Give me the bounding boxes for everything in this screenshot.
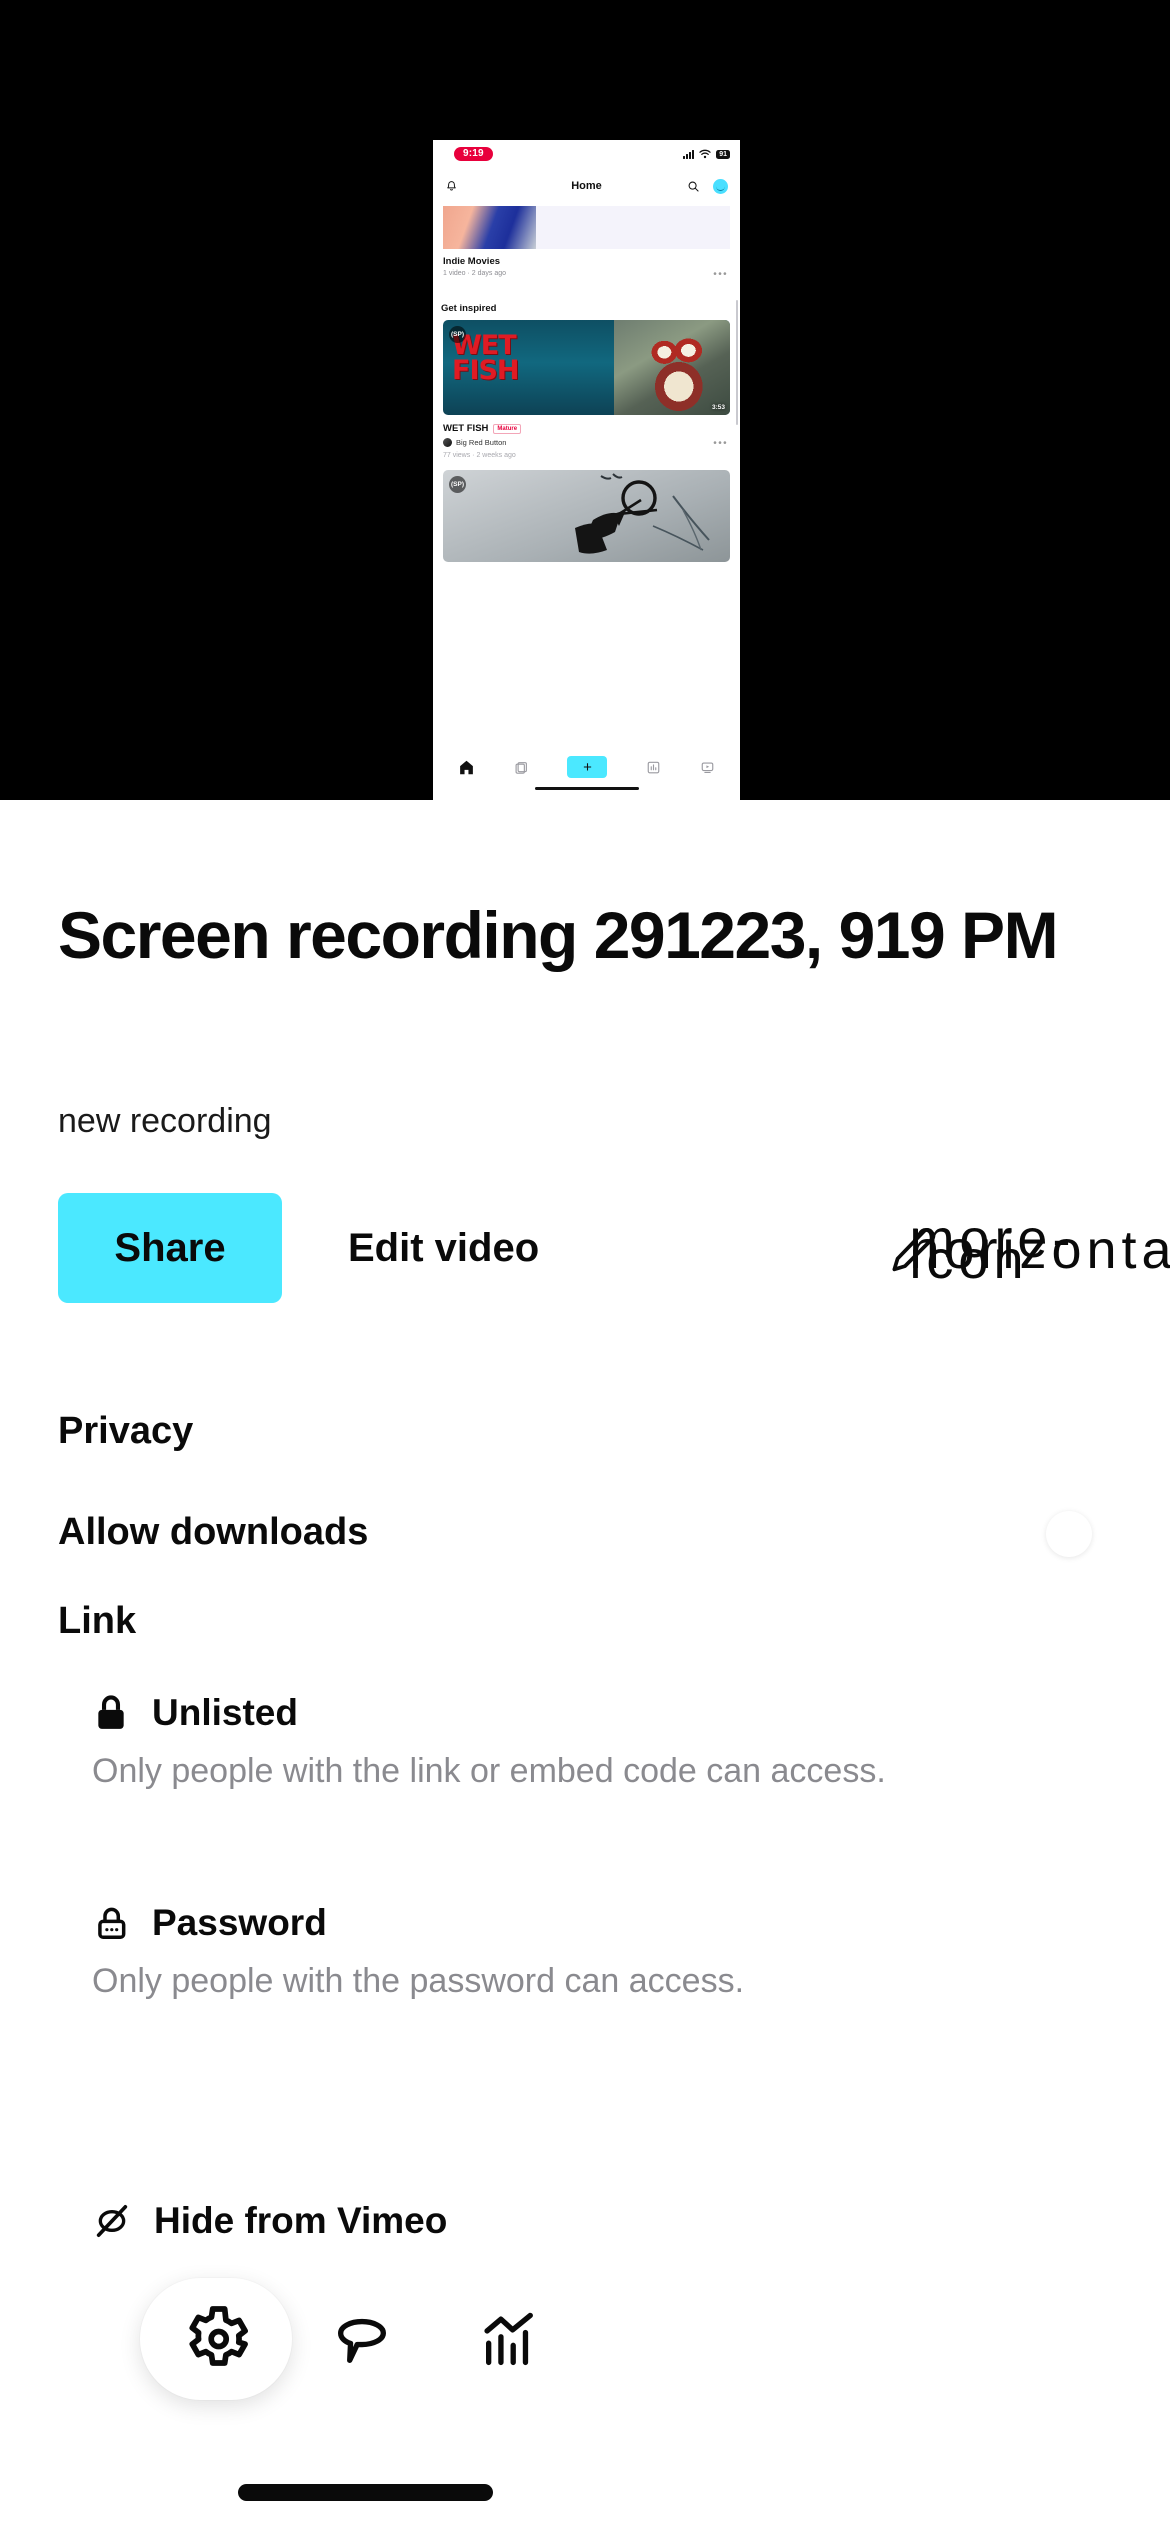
page-title: Screen recording 291223, 919 PM — [58, 898, 1059, 972]
eye-off-icon — [96, 2205, 128, 2237]
fish-artwork — [614, 320, 730, 415]
featured-title-row: WET FISH Mature — [443, 423, 522, 434]
playlist-meta: 1 video · 2 days ago — [443, 270, 507, 277]
scrollbar[interactable] — [736, 300, 738, 425]
privacy-option-password[interactable]: Password Only people with the password c… — [92, 1902, 1112, 2004]
video-detail-sheet: Screen recording 291223, 919 PM new reco… — [0, 800, 1170, 2532]
featured-video-thumbnail[interactable]: WET FISH (SP) 3:53 — [443, 320, 730, 415]
section-label: Get inspired — [441, 303, 497, 314]
option-description: Only people with the password can access… — [92, 1962, 745, 2000]
bicycle-artwork — [575, 473, 710, 554]
comment-icon — [338, 2318, 386, 2363]
more-options-button[interactable]: more-horizontal-icon — [909, 1212, 1170, 1288]
option-name: Hide from Vimeo — [154, 2200, 448, 2241]
settings-gear-icon — [189, 2306, 248, 2366]
floating-toolbar — [140, 2278, 560, 2400]
stats-button[interactable] — [474, 2304, 546, 2376]
lock-icon — [98, 1695, 124, 1729]
channel-badge-icon: (SP) — [449, 476, 466, 493]
avatar[interactable] — [713, 179, 728, 194]
featured-channel-row[interactable]: Big Red Button — [443, 438, 506, 447]
video-preview-frame[interactable]: 9:19 91 Home Indie Movies 1 video · 2 da… — [0, 0, 1170, 800]
allow-downloads-row[interactable]: Allow downloads — [58, 1505, 1112, 1575]
option-name: Password — [152, 1902, 327, 1943]
app-screen: 9:19 91 Home Indie Movies 1 video · 2 da… — [0, 0, 1170, 2532]
cellular-signal-icon — [682, 149, 695, 159]
playlist-title: Indie Movies — [443, 256, 501, 267]
option-description: Only people with the link or embed code … — [92, 1752, 886, 1790]
lock-password-icon — [98, 1907, 126, 1939]
privacy-option-unlisted[interactable]: Unlisted Only people with the link or em… — [92, 1692, 1112, 1794]
option-name: Unlisted — [152, 1692, 298, 1733]
channel-badge-icon: (SP) — [449, 326, 466, 343]
create-plus-button[interactable]: + — [567, 756, 608, 778]
recorded-phone-screen: 9:19 91 Home Indie Movies 1 video · 2 da… — [433, 140, 740, 800]
search-icon[interactable] — [687, 180, 700, 193]
share-button[interactable]: Share — [58, 1193, 282, 1303]
video-description: new recording — [58, 1102, 272, 1140]
inner-home-indicator — [534, 786, 639, 790]
inner-status-time: 9:19 — [454, 147, 493, 161]
second-video-thumbnail[interactable]: (SP) — [443, 470, 730, 562]
wifi-icon — [699, 149, 711, 159]
library-icon[interactable] — [514, 760, 529, 775]
inner-status-bar: 9:19 91 — [433, 140, 740, 172]
more-horizontal-icon[interactable]: ••• — [713, 269, 728, 280]
playlist-thumbnail-filler — [536, 206, 730, 249]
video-duration: 3:53 — [711, 404, 725, 411]
system-home-indicator — [238, 2484, 493, 2501]
channel-avatar — [443, 438, 452, 447]
more-horizontal-icon[interactable]: ••• — [713, 438, 728, 449]
allow-downloads-label: Allow downloads — [58, 1511, 369, 1553]
action-bar: Share Edit video more-horizontal-icon — [58, 1193, 1170, 1303]
settings-gear-button[interactable] — [140, 2278, 292, 2400]
playlist-thumbnail[interactable] — [443, 206, 536, 249]
battery-indicator: 91 — [716, 149, 730, 159]
inner-bottom-nav: + — [433, 748, 740, 800]
featured-video-title: WET FISH — [443, 423, 489, 434]
featured-video-meta: 77 views · 2 weeks ago — [443, 452, 516, 459]
inner-status-system: 91 — [682, 149, 730, 159]
privacy-option-hide[interactable]: Hide from Vimeo — [92, 2200, 447, 2242]
link-section-label: Link — [58, 1600, 137, 1642]
videos-icon[interactable] — [700, 760, 715, 775]
stats-icon — [484, 2312, 533, 2366]
analytics-icon[interactable] — [646, 760, 661, 775]
status-badge: Mature — [493, 423, 522, 434]
channel-name: Big Red Button — [456, 438, 507, 447]
toggle-knob — [1046, 1511, 1092, 1557]
comment-button[interactable] — [326, 2304, 398, 2376]
privacy-section-label: Privacy — [58, 1410, 194, 1452]
edit-video-button[interactable]: Edit video — [338, 1193, 549, 1303]
home-icon[interactable] — [458, 759, 475, 776]
allow-downloads-toggle[interactable] — [1018, 1505, 1112, 1563]
inner-nav-bar: Home — [433, 172, 740, 202]
